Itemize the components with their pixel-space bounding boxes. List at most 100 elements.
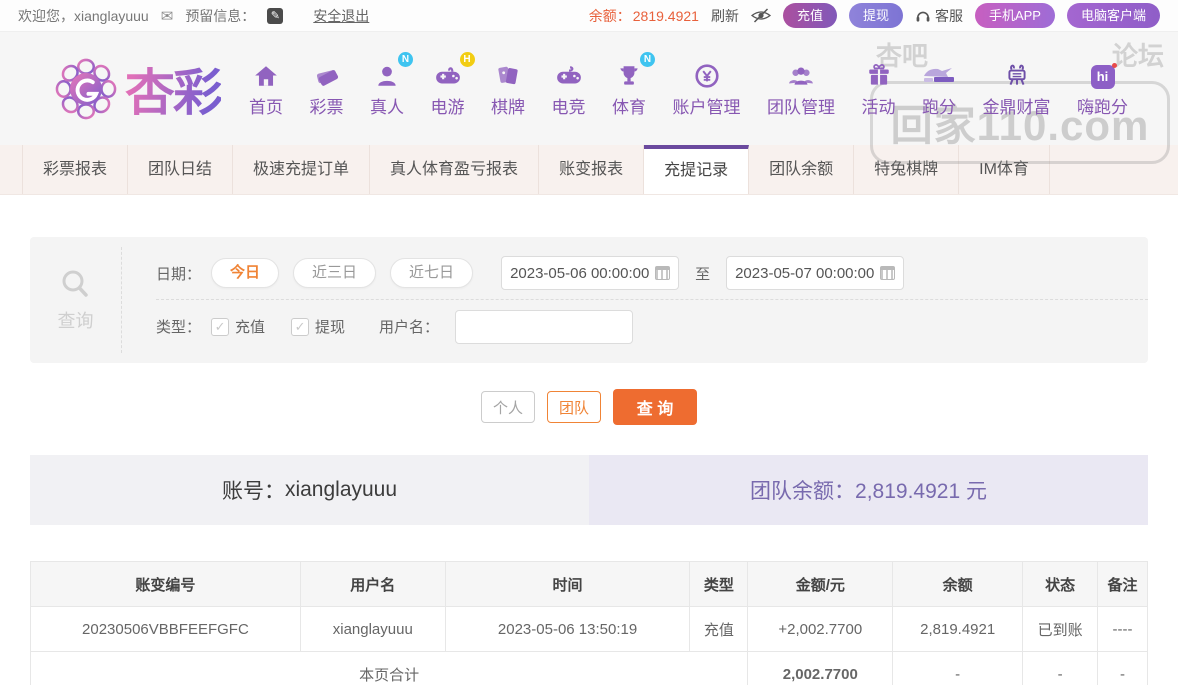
tab-special-cards[interactable]: 特兔棋牌	[854, 145, 960, 194]
team-people-icon	[787, 63, 815, 89]
recharge-checkbox[interactable]: ✓	[211, 317, 230, 336]
logout-link[interactable]: 安全退出	[313, 6, 369, 26]
tripod-icon	[1004, 63, 1030, 89]
nav-item-cards[interactable]: 棋牌	[491, 59, 525, 118]
search-section-label: 查询	[57, 311, 94, 331]
summary-label: 本页合计	[29, 651, 749, 685]
main-nav: 首页 彩票 N 真人 H 电游 棋牌 电竞 N 体育 账户管理 团队管理 活动 …	[249, 52, 1128, 118]
nav-item-esports[interactable]: 电竞	[552, 59, 586, 118]
nav-item-paofen[interactable]: 跑分	[922, 59, 956, 118]
nav-label: 活动	[861, 98, 896, 117]
check-icon: ✓	[214, 318, 226, 334]
eye-off-icon[interactable]	[750, 8, 771, 23]
date-from-input[interactable]	[510, 264, 656, 282]
edit-icon[interactable]: ✎	[267, 7, 284, 24]
yen-coin-icon	[694, 63, 720, 89]
customer-service-link[interactable]: 客服	[915, 6, 963, 26]
team-balance-label: 团队余额：	[750, 480, 856, 503]
balance-value: 2819.4921	[632, 7, 699, 24]
paofen-logo-icon	[922, 63, 956, 89]
search-filter-panel: 查询 日期： 今日 近三日 近七日 至 类型： ✓ 充值 ✓ 提现 用户名：	[30, 237, 1148, 363]
calendar-icon[interactable]	[655, 266, 671, 280]
service-label: 客服	[934, 7, 963, 24]
nav-item-slots[interactable]: H 电游	[431, 52, 475, 118]
gift-icon	[866, 63, 892, 89]
personal-button[interactable]: 个人	[481, 391, 535, 423]
username-input[interactable]	[455, 309, 634, 344]
date-label: 日期：	[156, 265, 202, 283]
hot-badge: H	[459, 52, 475, 67]
nav-item-sports[interactable]: N 体育	[612, 52, 655, 118]
records-table: 账变编号 用户名 时间 类型 金额/元 余额 状态 备注 20230506VBB…	[29, 561, 1148, 685]
account-label: 账号：	[221, 480, 285, 503]
cell-username: xianglayuuu	[299, 606, 446, 652]
team-button[interactable]: 团队	[547, 391, 601, 423]
nav-item-lottery[interactable]: 彩票	[310, 59, 344, 118]
tab-deposit-withdraw-records[interactable]: 充提记录	[644, 145, 750, 194]
nav-label: 金鼎财富	[982, 98, 1051, 117]
nav-label: 彩票	[309, 98, 344, 117]
tab-fast-orders[interactable]: 极速充提订单	[233, 145, 371, 194]
logo-text: 杏彩	[125, 53, 223, 125]
nav-item-live[interactable]: N 真人	[370, 52, 413, 118]
tab-live-sports-pl[interactable]: 真人体育盈亏报表	[370, 145, 540, 194]
type-label: 类型：	[156, 319, 202, 336]
col-header-time: 时间	[444, 561, 691, 607]
withdraw-checkbox-label: 提现	[315, 319, 346, 336]
calendar-icon[interactable]	[880, 266, 896, 280]
withdraw-button[interactable]: 提现	[848, 3, 903, 28]
table-header-row: 账变编号 用户名 时间 类型 金额/元 余额 状态 备注	[30, 561, 1148, 607]
nav-item-hipaofen[interactable]: hi 嗨跑分	[1077, 59, 1128, 118]
team-balance-panel: 团队余额： 2,819.4921 元	[589, 455, 1148, 525]
nav-label: 电竞	[551, 98, 586, 117]
nav-label: 棋牌	[491, 98, 525, 117]
new-badge: N	[640, 52, 655, 67]
tab-account-changes[interactable]: 账变报表	[539, 145, 645, 194]
mobile-app-button[interactable]: 手机APP	[974, 3, 1055, 28]
refresh-link[interactable]: 刷新	[711, 6, 739, 26]
recharge-checkbox-label: 充值	[235, 319, 266, 336]
nav-label: 首页	[249, 98, 283, 117]
withdraw-checkbox[interactable]: ✓	[291, 317, 310, 336]
trophy-icon	[616, 63, 642, 89]
col-header-status: 状态	[1022, 561, 1099, 607]
nav-item-team[interactable]: 团队管理	[767, 59, 835, 118]
username-label: 用户名：	[379, 319, 440, 336]
date-to-input[interactable]	[735, 264, 881, 282]
cell-type: 充值	[689, 606, 749, 652]
nav-label: 真人	[370, 98, 404, 117]
summary-balance: -	[892, 651, 1024, 685]
pc-client-button[interactable]: 电脑客户端	[1066, 3, 1160, 28]
cell-time: 2023-05-06 13:50:19	[444, 606, 691, 652]
account-name-panel: 账号： xianglayuuu	[30, 455, 589, 525]
nav-item-account[interactable]: 账户管理	[673, 59, 741, 118]
col-header-balance: 余额	[892, 561, 1024, 607]
range-today-button[interactable]: 今日	[211, 258, 280, 288]
account-value: xianglayuuu	[284, 478, 398, 501]
col-header-type: 类型	[689, 561, 749, 607]
nav-item-promotions[interactable]: 活动	[862, 59, 896, 118]
tab-team-daily[interactable]: 团队日结	[128, 145, 234, 194]
tab-team-balance[interactable]: 团队余额	[749, 145, 855, 194]
mail-icon[interactable]: ✉	[161, 7, 174, 25]
home-icon	[253, 63, 279, 89]
nav-item-home[interactable]: 首页	[249, 59, 283, 118]
tab-im-sports[interactable]: IM体育	[959, 145, 1050, 194]
new-badge: N	[398, 52, 413, 67]
range-7days-button[interactable]: 近七日	[390, 258, 474, 288]
type-filter-row: 类型： ✓ 充值 ✓ 提现 用户名：	[156, 300, 1148, 353]
nav-item-jinding[interactable]: 金鼎财富	[983, 59, 1051, 118]
logo-flower-icon	[55, 58, 117, 120]
gamepad-icon	[434, 63, 462, 89]
tab-lottery-report[interactable]: 彩票报表	[22, 145, 129, 194]
balance-label: 余额：	[588, 7, 631, 24]
query-button[interactable]: 查 询	[613, 389, 697, 425]
cell-record-id: 20230506VBBFEEFGFC	[30, 606, 301, 652]
recharge-button[interactable]: 充值	[782, 3, 837, 28]
col-header-note: 备注	[1097, 561, 1148, 607]
site-logo[interactable]: 杏彩	[55, 53, 223, 125]
cell-balance: 2,819.4921	[892, 606, 1024, 652]
check-icon: ✓	[294, 318, 306, 334]
topbar: 欢迎您，xianglayuuu ✉ 预留信息： ✎ 安全退出 余额： 2819.4…	[0, 0, 1178, 32]
range-3days-button[interactable]: 近三日	[293, 258, 377, 288]
